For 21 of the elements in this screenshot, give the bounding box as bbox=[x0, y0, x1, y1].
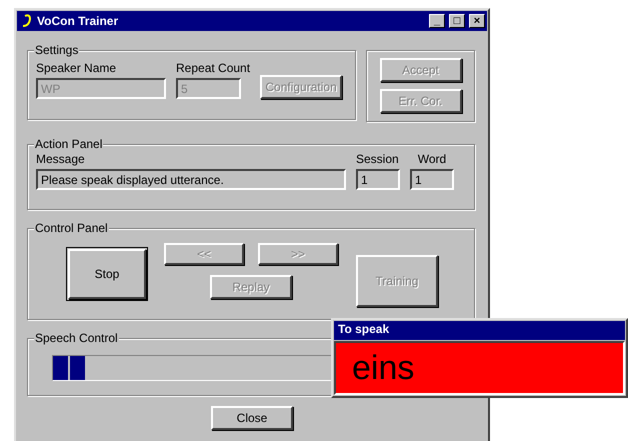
word-field: 1 bbox=[410, 169, 454, 190]
stop-button[interactable]: Stop bbox=[68, 249, 146, 299]
group-title: Settings bbox=[34, 43, 80, 57]
group-title: Speech Control bbox=[34, 331, 119, 345]
close-button[interactable]: × bbox=[469, 14, 485, 28]
field-label: Word bbox=[418, 152, 446, 166]
close-button[interactable]: Close bbox=[211, 406, 293, 430]
field-label: Session bbox=[356, 152, 400, 166]
maximize-button[interactable]: □ bbox=[449, 14, 465, 28]
field-label: Speaker Name bbox=[36, 61, 118, 75]
session-field: 1 bbox=[356, 169, 400, 190]
popup-title: To speak bbox=[334, 321, 625, 340]
app-logo-icon bbox=[21, 14, 33, 28]
message-field: Please speak displayed utterance. bbox=[36, 169, 346, 190]
group-title: Action Panel bbox=[34, 137, 104, 151]
minimize-button[interactable]: _ bbox=[429, 14, 445, 28]
group-title: Control Panel bbox=[34, 221, 109, 235]
word-to-speak: eins bbox=[334, 341, 625, 395]
window-title: VoCon Trainer bbox=[37, 14, 120, 28]
field-label: Repeat Count bbox=[176, 61, 250, 75]
field-label: Message bbox=[36, 152, 86, 166]
